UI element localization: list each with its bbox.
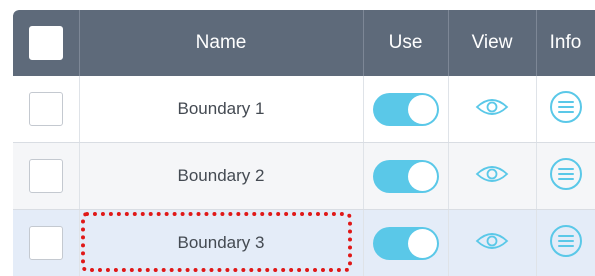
use-toggle[interactable] <box>372 159 439 193</box>
column-header-info[interactable]: Info <box>536 10 595 76</box>
info-menu-icon[interactable] <box>549 90 583 129</box>
boundary-name: Boundary 2 <box>177 166 265 185</box>
highlight-box <box>81 212 352 272</box>
eye-icon[interactable] <box>475 164 509 189</box>
row-use-cell <box>363 143 448 209</box>
row-name-cell: Boundary 1 <box>79 76 363 142</box>
boundary-name: Boundary 1 <box>177 99 265 118</box>
row-use-cell <box>363 76 448 142</box>
row-info-cell <box>536 76 595 142</box>
toggle-knob <box>407 94 437 124</box>
table-row[interactable]: Boundary 2 <box>13 143 595 210</box>
toggle-knob <box>407 161 437 191</box>
eye-icon[interactable] <box>475 97 509 122</box>
header-checkbox-cell <box>13 10 79 76</box>
row-checkbox-cell <box>13 76 79 142</box>
eye-icon[interactable] <box>475 231 509 256</box>
row-view-cell <box>448 143 536 209</box>
info-menu-icon[interactable] <box>549 224 583 263</box>
row-use-cell <box>363 210 448 276</box>
toggle-knob <box>407 228 437 258</box>
column-header-name[interactable]: Name <box>79 10 363 76</box>
row-view-cell <box>448 76 536 142</box>
row-name-cell: Boundary 2 <box>79 143 363 209</box>
select-all-checkbox[interactable] <box>29 26 63 60</box>
row-checkbox-cell <box>13 210 79 276</box>
column-header-use[interactable]: Use <box>363 10 448 76</box>
info-menu-icon[interactable] <box>549 157 583 196</box>
row-checkbox-cell <box>13 143 79 209</box>
table-header: Name Use View Info <box>13 10 595 76</box>
use-toggle[interactable] <box>372 226 439 260</box>
table-row[interactable]: Boundary 1 <box>13 76 595 143</box>
column-header-view[interactable]: View <box>448 10 536 76</box>
row-view-cell <box>448 210 536 276</box>
row-info-cell <box>536 210 595 276</box>
row-checkbox[interactable] <box>29 159 63 193</box>
use-toggle[interactable] <box>372 92 439 126</box>
row-info-cell <box>536 143 595 209</box>
row-checkbox[interactable] <box>29 226 63 260</box>
row-checkbox[interactable] <box>29 92 63 126</box>
